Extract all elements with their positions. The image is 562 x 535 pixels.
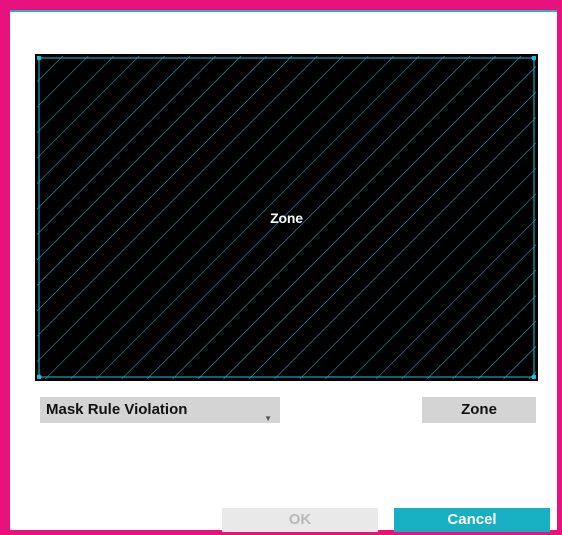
ok-button[interactable]: OK bbox=[222, 508, 378, 532]
chevron-down-icon: ▼ bbox=[264, 414, 272, 423]
zone-canvas[interactable]: Zone bbox=[35, 54, 538, 381]
rule-dropdown-value: Mask Rule Violation bbox=[46, 401, 188, 418]
rule-dropdown[interactable]: Mask Rule Violation ▼ bbox=[40, 397, 280, 423]
zone-label: Zone bbox=[270, 209, 303, 226]
cancel-button[interactable]: Cancel bbox=[394, 508, 550, 532]
zone-dialog: Zone Mask Rule Violation ▼ Zone OK Cance… bbox=[10, 10, 557, 532]
zone-button[interactable]: Zone bbox=[422, 397, 536, 423]
